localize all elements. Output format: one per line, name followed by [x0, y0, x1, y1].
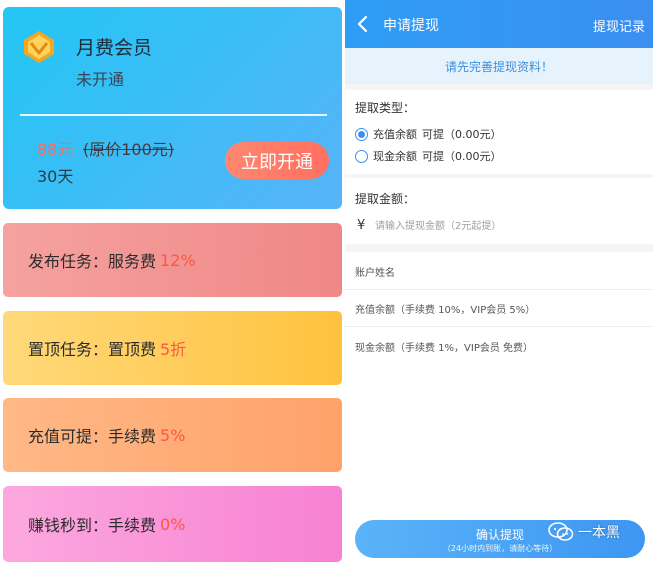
benefit-value: 5% — [160, 425, 186, 445]
account-info-list: 账户姓名 充值余额（手续费 10%，VIP会员 5%） 现金余额（手续费 1%，… — [345, 252, 653, 562]
benefit-label: 发布任务：服务费 — [28, 252, 157, 271]
option-label: 现金余额 — [373, 150, 417, 163]
confirm-button-subtext: （24小时内到账，请耐心等待） — [442, 544, 558, 553]
radio-selected-icon[interactable] — [355, 127, 368, 141]
benefit-label: 置顶任务：置顶费 — [28, 340, 157, 359]
original-price: (原价100元) — [83, 140, 175, 159]
withdraw-history-link[interactable]: 提现记录 — [593, 16, 645, 35]
open-membership-button[interactable]: 立即开通 — [225, 142, 329, 179]
amount-input[interactable] — [375, 216, 625, 236]
divider — [20, 114, 327, 116]
radio-recharge-balance[interactable]: 充值余额 可提（0.00元） — [355, 126, 502, 142]
withdraw-type-section: 提取类型： 充值余额 可提（0.00元） 现金余额 可提（0.00元） — [345, 90, 653, 174]
withdraw-panel: 申请提现 提现记录 请先完善提现资料！ 提取类型： 充值余额 可提（0.00元）… — [345, 0, 653, 562]
notice-banner[interactable]: 请先完善提现资料！ — [345, 48, 653, 84]
list-item-recharge-fee: 充值余额（手续费 10%，VIP会员 5%） — [345, 291, 653, 327]
option-note: 可提（0.00元） — [422, 150, 502, 163]
list-item-account-name[interactable]: 账户姓名 — [345, 254, 653, 290]
benefit-label: 赚钱秒到：手续费 — [28, 516, 157, 535]
membership-card: 月费会员 未开通 88元 (原价100元) 30天 立即开通 — [3, 7, 342, 209]
option-label: 充值余额 — [373, 128, 417, 141]
watermark: 一本黑 — [548, 522, 620, 542]
page-title: 申请提现 — [383, 18, 439, 34]
membership-status: 未开通 — [76, 70, 125, 89]
wechat-icon — [548, 522, 574, 541]
radio-cash-balance[interactable]: 现金余额 可提（0.00元） — [355, 148, 502, 164]
radio-unselected-icon[interactable] — [355, 149, 368, 163]
back-arrow-icon[interactable] — [353, 14, 373, 34]
current-price: 88元 — [37, 140, 74, 159]
list-item-cash-fee: 现金余额（手续费 1%，VIP会员 免费） — [355, 342, 534, 354]
membership-title: 月费会员 — [76, 37, 153, 59]
benefit-publish-task: 发布任务：服务费 12% — [3, 223, 342, 297]
watermark-text: 一本黑 — [578, 525, 620, 541]
benefit-value: 0% — [160, 514, 186, 534]
diamond-crown-icon — [24, 31, 54, 63]
option-note: 可提（0.00元） — [422, 128, 502, 141]
membership-duration: 30天 — [37, 167, 74, 186]
withdraw-amount-section: 提取金额： ¥ — [345, 178, 653, 244]
top-bar: 申请提现 提现记录 — [345, 0, 653, 48]
benefit-pin-task: 置顶任务：置顶费 5折 — [3, 311, 342, 385]
benefit-value: 12% — [160, 250, 196, 270]
benefit-value: 5折 — [160, 340, 187, 359]
membership-panel: 月费会员 未开通 88元 (原价100元) 30天 立即开通 发布任务：服务费 … — [0, 0, 345, 562]
benefit-recharge-withdraw: 充值可提：手续费 5% — [3, 398, 342, 472]
benefit-label: 充值可提：手续费 — [28, 427, 157, 446]
currency-symbol: ¥ — [357, 218, 366, 233]
withdraw-amount-label: 提取金额： — [355, 192, 416, 206]
benefit-instant-earnings: 赚钱秒到：手续费 0% — [3, 486, 342, 562]
withdraw-type-label: 提取类型： — [355, 101, 416, 115]
